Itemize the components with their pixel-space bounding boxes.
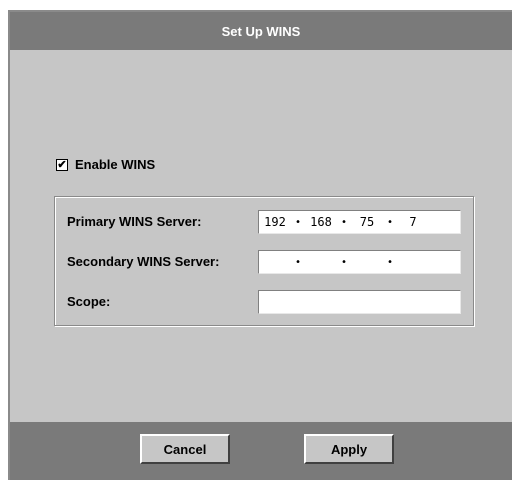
ip-octet[interactable]: 192 xyxy=(259,215,291,229)
secondary-wins-label: Secondary WINS Server: xyxy=(67,254,220,269)
scope-input[interactable] xyxy=(258,290,461,314)
ip-separator: • xyxy=(294,256,302,268)
dialog-button-bar: Cancel Apply xyxy=(10,422,512,480)
dialog-title-bar: Set Up WINS xyxy=(10,12,512,50)
checkmark-icon: ✔ xyxy=(57,158,67,171)
primary-wins-label: Primary WINS Server: xyxy=(67,214,202,229)
ip-separator: • xyxy=(386,256,394,268)
dialog-title: Set Up WINS xyxy=(221,23,301,39)
ip-separator: • xyxy=(340,256,348,268)
wins-settings-group: Primary WINS Server: 192 • 168 • 75 • 7 … xyxy=(54,196,474,326)
ip-octet[interactable]: 168 xyxy=(305,215,337,229)
enable-wins-label: Enable WINS xyxy=(75,157,156,172)
apply-button[interactable]: Apply xyxy=(304,434,394,464)
enable-wins-checkbox[interactable]: ✔ xyxy=(56,158,68,171)
ip-separator: • xyxy=(386,216,394,228)
ip-separator: • xyxy=(294,216,302,228)
ip-octet[interactable]: 75 xyxy=(351,215,383,229)
secondary-wins-ip-input[interactable]: • • • xyxy=(258,250,461,274)
enable-wins-row[interactable]: ✔ Enable WINS xyxy=(56,157,155,172)
scope-label: Scope: xyxy=(67,294,111,309)
ip-separator: • xyxy=(340,216,348,228)
primary-wins-ip-input[interactable]: 192 • 168 • 75 • 7 xyxy=(258,210,461,234)
ip-octet[interactable]: 7 xyxy=(397,215,429,229)
wins-dialog: Set Up WINS ✔ Enable WINS Primary WINS S… xyxy=(8,10,512,480)
cancel-button[interactable]: Cancel xyxy=(140,434,230,464)
